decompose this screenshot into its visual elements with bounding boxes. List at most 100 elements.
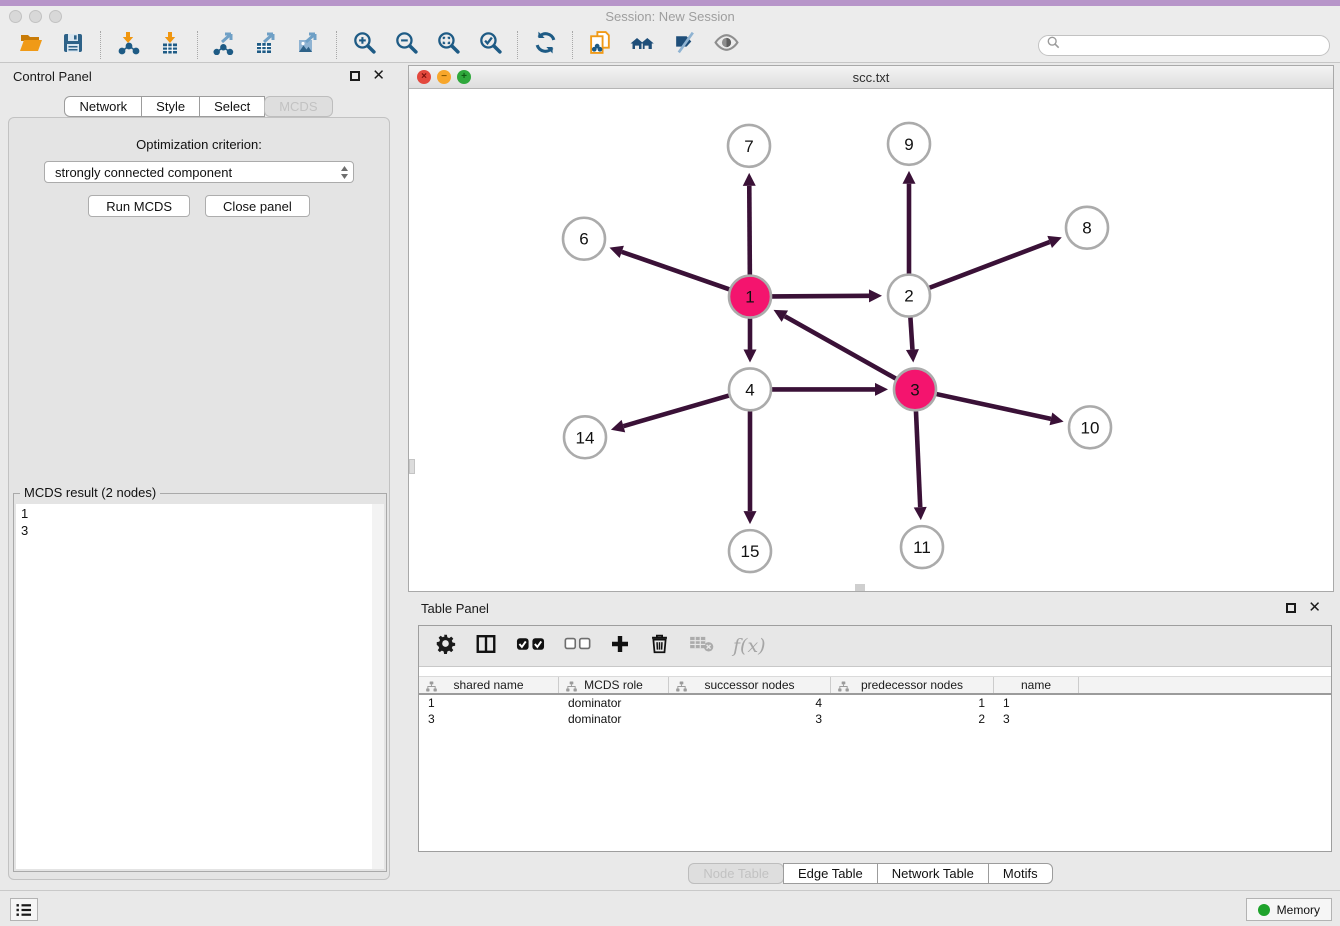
edge-1-2[interactable] bbox=[772, 296, 869, 297]
eye-button[interactable] bbox=[711, 31, 741, 59]
splitter-handle-bottom[interactable] bbox=[855, 584, 865, 591]
edge-arrow-1-7 bbox=[743, 173, 756, 186]
export-network-button[interactable] bbox=[210, 31, 240, 59]
control-tab-mcds[interactable]: MCDS bbox=[264, 96, 332, 117]
table-cell[interactable]: 4 bbox=[669, 696, 831, 710]
svg-text:6: 6 bbox=[579, 230, 588, 249]
svg-text:2: 2 bbox=[904, 287, 913, 306]
select-all-button[interactable] bbox=[516, 631, 545, 661]
control-tab-select[interactable]: Select bbox=[199, 96, 265, 117]
search-icon bbox=[1047, 36, 1060, 54]
splitter-handle-left[interactable] bbox=[409, 459, 415, 474]
network-minimize-button[interactable]: − bbox=[437, 70, 451, 84]
table-cell[interactable]: 1 bbox=[994, 696, 1079, 710]
graph-node-1[interactable]: 1 bbox=[729, 276, 771, 318]
float-table-panel-icon[interactable] bbox=[1286, 603, 1296, 613]
zoom-in-button[interactable] bbox=[349, 31, 379, 59]
search-box[interactable] bbox=[1038, 35, 1330, 56]
table-area: shared nameMCDS rolesuccessor nodesprede… bbox=[419, 668, 1331, 851]
table-cell[interactable]: 3 bbox=[669, 712, 831, 726]
export-table-button[interactable] bbox=[252, 31, 282, 59]
save-session-button[interactable] bbox=[58, 31, 88, 59]
table-cell[interactable]: 2 bbox=[831, 712, 994, 726]
column-header-shared-name[interactable]: shared name bbox=[419, 677, 559, 693]
table-cell[interactable]: 3 bbox=[419, 712, 559, 726]
export-image-button[interactable] bbox=[294, 31, 324, 59]
control-panel-header: Control Panel ✕ bbox=[0, 63, 398, 89]
import-table-button[interactable] bbox=[155, 31, 185, 59]
zoom-selected-icon bbox=[478, 30, 503, 60]
mcds-result-text[interactable]: 1 3 bbox=[16, 504, 371, 869]
table-tabs: Node TableEdge TableNetwork TableMotifs bbox=[408, 863, 1334, 884]
delete-column-button[interactable] bbox=[649, 631, 670, 661]
edge-2-8[interactable] bbox=[930, 242, 1050, 288]
copy-network-button[interactable] bbox=[585, 31, 615, 59]
close-panel-button[interactable]: Close panel bbox=[205, 195, 310, 217]
gear-button[interactable] bbox=[435, 631, 456, 661]
column-split-button[interactable] bbox=[475, 631, 497, 661]
edge-1-6[interactable] bbox=[622, 252, 729, 289]
refresh-button[interactable] bbox=[530, 31, 560, 59]
network-zoom-button[interactable]: + bbox=[457, 70, 471, 84]
task-history-button[interactable] bbox=[10, 898, 38, 921]
edge-2-3[interactable] bbox=[910, 318, 912, 350]
graph-node-2[interactable]: 2 bbox=[888, 275, 930, 317]
edge-3-10[interactable] bbox=[936, 394, 1050, 419]
network-close-button[interactable]: × bbox=[417, 70, 431, 84]
open-session-button[interactable] bbox=[16, 31, 46, 59]
column-header-MCDS-role[interactable]: MCDS role bbox=[559, 677, 669, 693]
add-column-button[interactable] bbox=[610, 631, 630, 661]
graph-node-3[interactable]: 3 bbox=[894, 368, 936, 410]
table-cell[interactable]: 1 bbox=[831, 696, 994, 710]
home-button[interactable] bbox=[627, 31, 657, 59]
table-tab-motifs[interactable]: Motifs bbox=[988, 863, 1053, 884]
float-panel-icon[interactable] bbox=[350, 71, 360, 81]
table-cell[interactable]: 1 bbox=[419, 696, 559, 710]
network-canvas[interactable]: 7 9 6 8 1 2 4 3 14 10 15 11 bbox=[409, 89, 1333, 591]
graph-node-15[interactable]: 15 bbox=[729, 530, 771, 572]
optimization-criterion-select[interactable]: strongly connected component bbox=[44, 161, 354, 183]
graph-node-4[interactable]: 4 bbox=[729, 368, 771, 410]
table-cell[interactable]: 3 bbox=[994, 712, 1079, 726]
close-table-panel-icon[interactable]: ✕ bbox=[1308, 603, 1321, 613]
graph-node-10[interactable]: 10 bbox=[1069, 406, 1111, 448]
result-scrollbar[interactable] bbox=[371, 504, 384, 869]
control-tab-style[interactable]: Style bbox=[141, 96, 200, 117]
edge-3-11[interactable] bbox=[916, 411, 920, 507]
zoom-fit-button[interactable] bbox=[433, 31, 463, 59]
network-window-titlebar[interactable]: × − + scc.txt bbox=[409, 66, 1333, 89]
table-tab-edge-table[interactable]: Edge Table bbox=[783, 863, 878, 884]
graph-node-6[interactable]: 6 bbox=[563, 218, 605, 260]
export-table-icon bbox=[255, 31, 279, 60]
zoom-out-button[interactable] bbox=[391, 31, 421, 59]
graph-node-14[interactable]: 14 bbox=[564, 416, 606, 458]
svg-text:4: 4 bbox=[745, 380, 754, 399]
table-cell[interactable]: dominator bbox=[559, 712, 669, 726]
graph-node-9[interactable]: 9 bbox=[888, 123, 930, 165]
column-header-successor-nodes[interactable]: successor nodes bbox=[669, 677, 831, 693]
hide-labels-button[interactable] bbox=[669, 31, 699, 59]
delete-table-button bbox=[689, 631, 714, 661]
column-header-name[interactable]: name bbox=[994, 677, 1079, 693]
edge-1-7[interactable] bbox=[749, 186, 750, 275]
run-mcds-button[interactable]: Run MCDS bbox=[88, 195, 190, 217]
table-tab-node-table[interactable]: Node Table bbox=[688, 863, 784, 884]
zoom-selected-button[interactable] bbox=[475, 31, 505, 59]
table-tab-network-table[interactable]: Network Table bbox=[877, 863, 989, 884]
close-panel-icon[interactable]: ✕ bbox=[372, 71, 385, 81]
import-network-button[interactable] bbox=[113, 31, 143, 59]
table-cell[interactable]: dominator bbox=[559, 696, 669, 710]
table-row: 1dominator411 bbox=[419, 695, 1331, 711]
graph-node-7[interactable]: 7 bbox=[728, 125, 770, 167]
memory-button[interactable]: Memory bbox=[1246, 898, 1332, 921]
mcds-result-fieldset: MCDS result (2 nodes) 1 3 bbox=[13, 493, 387, 872]
column-header-predecessor-nodes[interactable]: predecessor nodes bbox=[831, 677, 994, 693]
edge-4-14[interactable] bbox=[623, 396, 728, 427]
deselect-all-button[interactable] bbox=[564, 631, 591, 661]
function-builder-button: f(x) bbox=[733, 631, 766, 661]
search-input[interactable] bbox=[1066, 37, 1321, 53]
graph-node-11[interactable]: 11 bbox=[901, 526, 943, 568]
control-tab-network[interactable]: Network bbox=[64, 96, 142, 117]
graph-node-8[interactable]: 8 bbox=[1066, 207, 1108, 249]
edge-3-1[interactable] bbox=[785, 316, 896, 378]
